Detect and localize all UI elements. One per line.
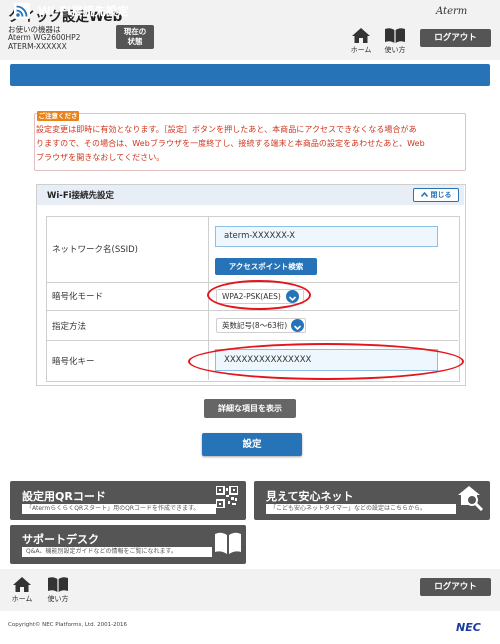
qr-card-desc: 「AtermらくらくQRスタート」用のQRコードを作成できます。: [22, 504, 216, 514]
support-card-title: サポートデスク: [22, 533, 99, 546]
book-icon: [385, 28, 405, 43]
chevron-down-icon: [291, 319, 304, 332]
footer-help-label: 使い方: [47, 595, 69, 603]
logout-button[interactable]: ログアウト: [420, 29, 491, 47]
warning-text-line3: ブラウザを開きなおしてください。: [36, 153, 165, 162]
home-icon: [13, 577, 31, 592]
footer-home-nav[interactable]: ホーム: [11, 577, 33, 604]
ssid-label: ネットワーク名(SSID): [52, 245, 138, 255]
access-point-search-button[interactable]: アクセスポイント検索: [215, 258, 317, 275]
device-ssid: ATERM-XXXXXX: [8, 42, 67, 51]
encryption-mode-label: 暗号化モード: [52, 292, 104, 302]
footer-help-nav[interactable]: 使い方: [46, 577, 70, 604]
qr-code-icon: [215, 485, 239, 512]
show-details-button[interactable]: 詳細な項目を表示: [204, 399, 296, 418]
encryption-mode-value: WPA2-PSK(AES): [222, 292, 281, 301]
method-value: 英数記号(8〜63桁): [222, 321, 288, 330]
aterm-logo: Aterm: [436, 6, 468, 17]
warning-text-line2: りますので、その場合は、Webブラウザを一度終了し、接続する端末と本商品の設定を…: [36, 139, 425, 148]
copyright: Copyright© NEC Platforms, Ltd. 2001-2016: [8, 622, 128, 628]
page-title-bar: [10, 64, 490, 86]
book-icon: [215, 532, 241, 558]
row-divider: [46, 310, 458, 311]
status-button-line1: 現在の: [123, 27, 147, 36]
close-label: 閉じる: [430, 191, 452, 199]
safety-net-card[interactable]: 見えて安心ネット 「こども安心ネットタイマー」などの設定はこちらから。: [254, 481, 490, 520]
qr-code-card[interactable]: 設定用QRコード 「AtermらくらくQRスタート」用のQRコードを作成できます…: [10, 481, 246, 520]
nec-logo: NEC: [456, 621, 481, 634]
warning-text-line1: 設定変更は即時に有効となります。［設定］ボタンを押したあと、本商品にアクセスでき…: [36, 125, 417, 134]
support-desk-card[interactable]: サポートデスク Q&A、機能別設定ガイドなどの情報をご覧になれます。: [10, 525, 246, 564]
row-divider: [46, 340, 458, 341]
status-button-line2: 状態: [127, 37, 143, 46]
support-card-desc: Q&A、機能別設定ガイドなどの情報をご覧になれます。: [22, 547, 212, 557]
footer-logout-button[interactable]: ログアウト: [420, 578, 491, 596]
warning-badge: ご注意ください: [37, 111, 79, 130]
column-divider: [208, 216, 209, 380]
chevron-up-icon: [420, 189, 428, 201]
chevron-down-icon: [286, 290, 299, 303]
home-label: ホーム: [350, 46, 372, 54]
footer-home-label: ホーム: [11, 595, 33, 603]
ssid-input[interactable]: aterm-XXXXXX-X: [215, 226, 438, 247]
page-title: Wi-Fi接続先設定: [38, 4, 129, 18]
home-icon: [352, 28, 370, 43]
section-title: Wi-Fi接続先設定: [47, 191, 115, 201]
home-nav[interactable]: ホーム: [350, 28, 372, 55]
device-model: Aterm WG2600HP2: [8, 33, 81, 42]
safety-card-desc: 「こども安心ネットタイマー」などの設定はこちらから。: [266, 504, 456, 514]
method-label: 指定方法: [52, 322, 87, 332]
help-nav[interactable]: 使い方: [383, 28, 407, 55]
close-section-button[interactable]: 閉じる: [413, 188, 459, 202]
apply-settings-button[interactable]: 設定: [202, 433, 302, 456]
home-search-icon: [458, 485, 484, 515]
row-divider: [46, 282, 458, 283]
encryption-key-input[interactable]: XXXXXXXXXXXXXXX: [215, 349, 438, 371]
encryption-key-label: 暗号化キー: [52, 357, 95, 367]
help-label: 使い方: [384, 46, 406, 54]
safety-card-title: 見えて安心ネット: [266, 490, 354, 503]
qr-card-title: 設定用QRコード: [22, 490, 106, 503]
book-icon: [48, 577, 68, 592]
wifi-icon: [14, 3, 30, 19]
current-status-button[interactable]: 現在の 状態: [116, 25, 154, 49]
